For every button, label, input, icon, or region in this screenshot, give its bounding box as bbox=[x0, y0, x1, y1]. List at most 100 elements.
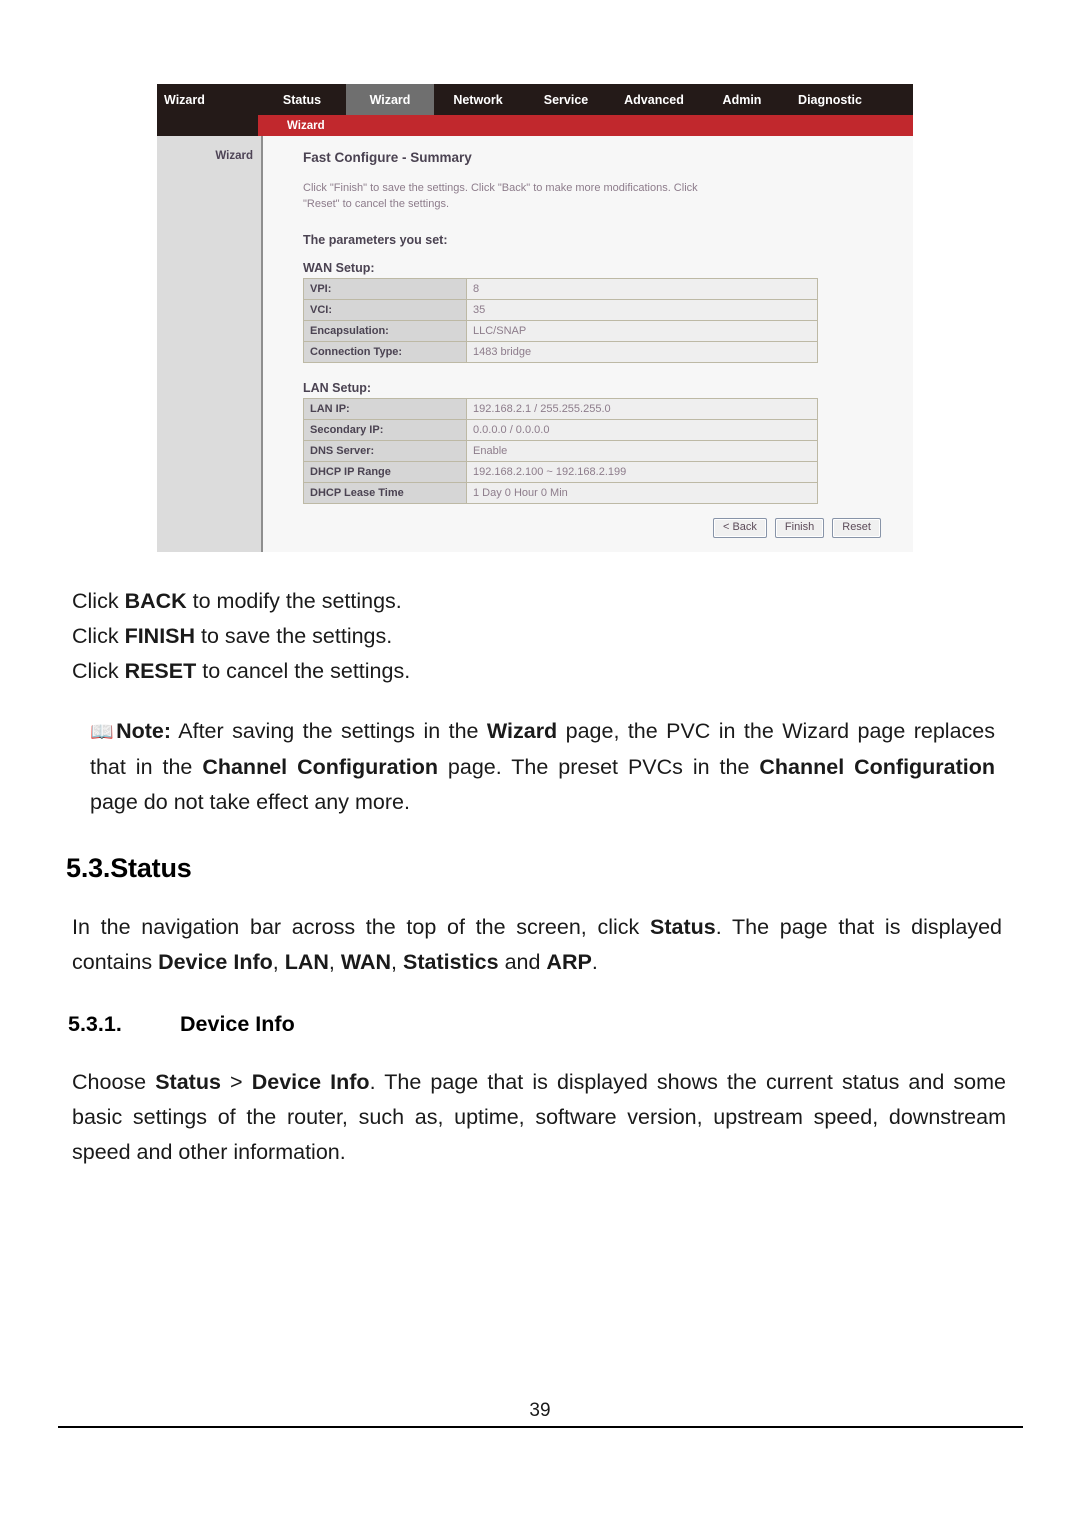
lan-ip-label: LAN IP: bbox=[303, 397, 467, 420]
status-bold-statistics: Statistics bbox=[402, 950, 499, 974]
status-bold-lan: LAN bbox=[284, 950, 329, 974]
note-bold-channel-config-2: Channel Configuration bbox=[759, 755, 996, 779]
subnav-red-bar: Wizard bbox=[258, 115, 913, 136]
note-paragraph: 📖Note: After saving the settings in the … bbox=[90, 714, 995, 820]
secondary-ip-label: Secondary IP: bbox=[303, 418, 467, 441]
click-back-line: Click BACK to modify the settings. bbox=[72, 584, 1002, 619]
note-seg1: After saving the settings in the bbox=[171, 719, 487, 743]
heading-531-number: 5.3.1. bbox=[68, 1012, 122, 1036]
nav-tab-network[interactable]: Network bbox=[434, 84, 522, 115]
click-reset-pre: Click bbox=[72, 659, 125, 683]
status-bold-arp: ARP bbox=[546, 950, 592, 974]
content-panel: Fast Configure - Summary Click "Finish" … bbox=[263, 136, 913, 552]
finish-button[interactable]: Finish bbox=[774, 518, 825, 538]
table-row: DNS Server: Enable bbox=[303, 439, 818, 462]
status-bold-wan: WAN bbox=[340, 950, 392, 974]
subnav-active-label: Wizard bbox=[287, 119, 325, 132]
table-row: VPI: 8 bbox=[303, 277, 818, 300]
click-back-pre: Click bbox=[72, 589, 125, 613]
nav-tab-admin[interactable]: Admin bbox=[698, 84, 786, 115]
dhcp-lease-time-value: 1 Day 0 Hour 0 Min bbox=[466, 481, 818, 504]
wan-vci-label: VCI: bbox=[303, 298, 467, 321]
page-description: Click "Finish" to save the settings. Cli… bbox=[303, 182, 698, 210]
lan-ip-value: 192.168.2.1 / 255.255.255.0 bbox=[466, 397, 818, 420]
dhcp-ip-range-label: DHCP IP Range bbox=[303, 460, 467, 483]
wan-setup-table: VPI: 8 VCI: 35 Encapsulation: LLC/SNAP C… bbox=[303, 277, 818, 363]
table-row: Encapsulation: LLC/SNAP bbox=[303, 319, 818, 342]
click-instruction-lines: Click BACK to modify the settings. Click… bbox=[72, 584, 1002, 689]
wan-vpi-label: VPI: bbox=[303, 277, 467, 300]
table-row: Connection Type: 1483 bridge bbox=[303, 340, 818, 363]
nav-brand-label: Wizard bbox=[157, 84, 258, 115]
note-callout: 📖Note: After saving the settings in the … bbox=[90, 714, 995, 820]
note-label: Note: bbox=[116, 719, 172, 743]
device-seg2: > bbox=[220, 1070, 252, 1094]
click-finish-line: Click FINISH to save the settings. bbox=[72, 619, 1002, 654]
status-bold-status: Status bbox=[650, 915, 716, 939]
page-number: 39 bbox=[529, 1400, 551, 1421]
dns-server-value: Enable bbox=[466, 439, 818, 462]
heading-5-3-status: 5.3.Status bbox=[66, 853, 192, 883]
dns-server-label: DNS Server: bbox=[303, 439, 467, 462]
nav-tab-service[interactable]: Service bbox=[522, 84, 610, 115]
status-paragraph: In the navigation bar across the top of … bbox=[72, 910, 1002, 980]
parameters-lead: The parameters you set: bbox=[303, 232, 448, 247]
nav-tab-wizard[interactable]: Wizard bbox=[346, 84, 434, 115]
status-seg4: , bbox=[328, 950, 341, 974]
sidebar: Wizard bbox=[157, 136, 263, 552]
click-reset-post: to cancel the settings. bbox=[196, 659, 411, 683]
status-seg7: . bbox=[591, 950, 598, 974]
note-bold-channel-config-1: Channel Configuration bbox=[202, 755, 438, 779]
top-navigation-bar: Wizard Status Wizard Network Service Adv… bbox=[157, 84, 913, 115]
click-finish-pre: Click bbox=[72, 624, 125, 648]
reset-button[interactable]: Reset bbox=[832, 518, 881, 538]
nav-tab-status[interactable]: Status bbox=[258, 84, 346, 115]
click-finish-keyword: FINISH bbox=[124, 624, 196, 648]
subnav-left-spacer bbox=[157, 115, 258, 136]
wan-encapsulation-value: LLC/SNAP bbox=[466, 319, 818, 342]
table-row: DHCP Lease Time 1 Day 0 Hour 0 Min bbox=[303, 481, 818, 504]
device-info-paragraph-block: Choose Status > Device Info. The page th… bbox=[72, 1065, 1006, 1170]
router-body: Wizard Fast Configure - Summary Click "F… bbox=[157, 136, 913, 552]
wan-connection-type-label: Connection Type: bbox=[303, 340, 467, 363]
action-button-row: < Back Finish Reset bbox=[712, 518, 881, 538]
status-seg1: In the navigation bar across the top of … bbox=[72, 915, 651, 939]
lan-setup-title: LAN Setup: bbox=[303, 380, 372, 395]
back-button[interactable]: < Back bbox=[712, 518, 767, 538]
nav-tab-advanced[interactable]: Advanced bbox=[610, 84, 698, 115]
table-row: VCI: 35 bbox=[303, 298, 818, 321]
table-row: DHCP IP Range 192.168.2.100 ~ 192.168.2.… bbox=[303, 460, 818, 483]
book-icon: 📖 bbox=[90, 722, 117, 743]
secondary-ip-value: 0.0.0.0 / 0.0.0.0 bbox=[466, 418, 818, 441]
note-bold-wizard: Wizard bbox=[486, 719, 558, 743]
wan-vci-value: 35 bbox=[466, 298, 818, 321]
sub-navigation-bar: Wizard bbox=[157, 115, 913, 136]
page-footer: 39 bbox=[0, 1400, 1080, 1428]
click-back-keyword: BACK bbox=[124, 589, 187, 613]
note-seg3: page. The preset PVCs in the bbox=[437, 755, 760, 779]
heading-5-3-1-device-info: 5.3.1. Device Info bbox=[68, 1012, 295, 1037]
footer-divider bbox=[57, 1426, 1023, 1428]
status-section-paragraph: In the navigation bar across the top of … bbox=[72, 910, 1002, 980]
note-seg4: page do not take effect any more. bbox=[90, 790, 410, 814]
page-title: Fast Configure - Summary bbox=[303, 150, 472, 165]
table-row: LAN IP: 192.168.2.1 / 255.255.255.0 bbox=[303, 397, 818, 420]
sidebar-item-wizard[interactable]: Wizard bbox=[157, 150, 253, 162]
table-row: Secondary IP: 0.0.0.0 / 0.0.0.0 bbox=[303, 418, 818, 441]
heading-531-text: Device Info bbox=[180, 1012, 295, 1036]
device-seg1: Choose bbox=[72, 1070, 156, 1094]
click-back-post: to modify the settings. bbox=[186, 589, 402, 613]
status-seg3: , bbox=[272, 950, 285, 974]
click-finish-post: to save the settings. bbox=[195, 624, 393, 648]
nav-tab-diagnostic[interactable]: Diagnostic bbox=[786, 84, 874, 115]
wan-vpi-value: 8 bbox=[466, 277, 818, 300]
click-reset-line: Click RESET to cancel the settings. bbox=[72, 654, 1002, 689]
dhcp-lease-time-label: DHCP Lease Time bbox=[303, 481, 467, 504]
wan-connection-type-value: 1483 bridge bbox=[466, 340, 818, 363]
device-info-paragraph: Choose Status > Device Info. The page th… bbox=[72, 1065, 1006, 1170]
router-config-screenshot: Wizard Status Wizard Network Service Adv… bbox=[157, 84, 913, 552]
status-seg5: , bbox=[391, 950, 403, 974]
wan-setup-title: WAN Setup: bbox=[303, 260, 375, 275]
device-bold-status: Status bbox=[155, 1070, 221, 1094]
wan-encapsulation-label: Encapsulation: bbox=[303, 319, 467, 342]
